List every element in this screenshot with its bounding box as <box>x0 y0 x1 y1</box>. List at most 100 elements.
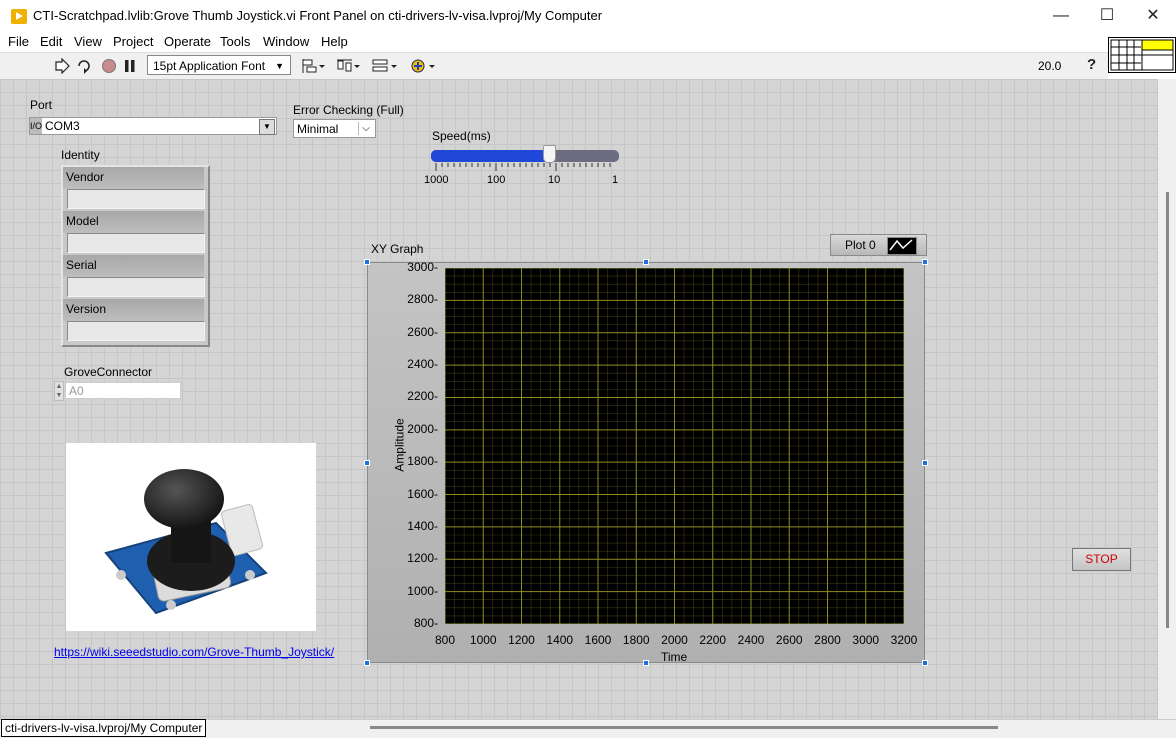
y-tick-label: 2800- <box>407 292 438 307</box>
menu-operate[interactable]: Operate <box>164 34 211 49</box>
menu-edit[interactable]: Edit <box>40 34 62 49</box>
y-tick-label: 2200- <box>407 389 438 404</box>
resize-handle[interactable] <box>922 660 928 666</box>
resize-handle[interactable] <box>364 259 370 265</box>
stop-button[interactable]: STOP <box>1072 548 1131 571</box>
speed-scale-label: 1000 <box>424 174 449 186</box>
speed-scale-label: 100 <box>487 174 506 186</box>
menu-file[interactable]: File <box>8 34 29 49</box>
x-tick-label: 1200 <box>508 633 535 647</box>
model-field <box>67 233 205 253</box>
chevron-down-icon: ▼ <box>275 61 284 71</box>
error-checking-value: Minimal <box>297 122 339 136</box>
menu-tools[interactable]: Tools <box>220 34 250 49</box>
resize-handle[interactable] <box>364 460 370 466</box>
grove-connector-ring[interactable]: ▲ ▼ A0 <box>54 381 182 401</box>
zoom-level: 20.0 <box>1038 59 1062 73</box>
increment-decrement-icon[interactable]: ▲ ▼ <box>54 381 64 401</box>
font-select[interactable]: 15pt Application Font ▼ <box>147 55 291 75</box>
vendor-label: Vendor <box>66 170 105 184</box>
context-help-icon[interactable]: ? <box>1087 56 1101 74</box>
resize-handle[interactable] <box>922 259 928 265</box>
distribute-objects-icon[interactable] <box>337 58 361 74</box>
menu-window[interactable]: Window <box>263 34 309 49</box>
y-tick-label: 1000- <box>407 583 438 598</box>
x-tick-label: 2200 <box>699 633 727 647</box>
x-tick-label: 2400 <box>737 633 765 647</box>
x-tick-label: 1800 <box>622 633 650 647</box>
menu-help[interactable]: Help <box>321 34 348 49</box>
y-tick-label: 800- <box>413 616 438 630</box>
speed-slider-thumb[interactable] <box>543 145 557 163</box>
resize-objects-icon[interactable] <box>372 58 398 74</box>
version-label: Version <box>66 302 107 316</box>
run-continuously-icon[interactable] <box>76 58 92 74</box>
horizontal-scrollbar-thumb[interactable] <box>370 726 998 729</box>
joystick-photo <box>66 443 316 631</box>
x-tick-label: 800 <box>434 633 456 647</box>
x-axis-label: Time <box>661 650 688 664</box>
resize-handle[interactable] <box>643 660 649 666</box>
x-tick-label: 2800 <box>814 633 841 647</box>
version-field <box>67 321 205 341</box>
xy-graph-plot-area[interactable] <box>445 268 904 624</box>
port-visa-resource[interactable]: I/O COM3 ▼ <box>29 117 277 135</box>
speed-scale-label: 10 <box>548 174 561 186</box>
y-tick-label: 1200- <box>407 551 438 566</box>
connector-pane-icon[interactable] <box>1108 37 1176 73</box>
serial-field <box>67 277 205 297</box>
x-tick-label: 1400 <box>546 633 574 647</box>
y-tick-label: 3000- <box>407 260 438 274</box>
x-tick-label: 1600 <box>584 633 612 647</box>
legend-series-name: Plot 0 <box>845 238 876 252</box>
minimize-button[interactable]: — <box>1038 0 1084 32</box>
vendor-field <box>67 189 205 209</box>
resize-handle[interactable] <box>643 259 649 265</box>
labview-app-icon <box>11 9 27 24</box>
x-tick-label: 1000 <box>469 633 497 647</box>
menu-project[interactable]: Project <box>113 34 153 49</box>
menu-view[interactable]: View <box>74 34 102 49</box>
plot-legend[interactable]: Plot 0 <box>830 234 927 256</box>
vertical-scrollbar-thumb[interactable] <box>1166 192 1169 628</box>
x-tick-label: 3200 <box>890 633 918 647</box>
port-label: Port <box>30 98 53 112</box>
y-tick-label: 1400- <box>407 518 438 533</box>
speed-label: Speed(ms) <box>432 129 491 143</box>
speed-slider-fill <box>431 150 550 162</box>
grove-connector-value: A0 <box>65 382 181 399</box>
x-tick-label: 2000 <box>661 633 688 647</box>
port-value: COM3 <box>45 119 80 133</box>
grove-connector-label: GroveConnector <box>64 365 153 379</box>
reorder-icon[interactable] <box>410 58 436 74</box>
resize-handle[interactable] <box>364 660 370 666</box>
legend-line-icon <box>887 237 917 255</box>
window-title: CTI-Scratchpad.lvlib:Grove Thumb Joystic… <box>33 8 603 23</box>
serial-label: Serial <box>66 258 97 272</box>
error-checking-label: Error Checking (Full) <box>293 103 404 117</box>
x-tick-label: 3000 <box>852 633 880 647</box>
y-tick-label: 1600- <box>407 486 438 501</box>
error-checking-select[interactable]: Minimal ⌵ <box>293 119 376 138</box>
speed-slider-scale <box>435 163 611 171</box>
pause-icon[interactable] <box>122 58 138 74</box>
graph-title: XY Graph <box>371 242 424 256</box>
maximize-button[interactable]: ☐ <box>1084 0 1130 32</box>
align-objects-icon[interactable] <box>302 58 326 74</box>
resize-handle[interactable] <box>922 460 928 466</box>
y-tick-label: 1800- <box>407 454 438 469</box>
wiki-link[interactable]: https://wiki.seeedstudio.com/Grove-Thumb… <box>54 645 334 659</box>
status-bar-text: cti-drivers-lv-visa.lvproj/My Computer <box>1 719 207 737</box>
x-tick-label: 2600 <box>775 633 803 647</box>
y-tick-label: 2000- <box>407 421 438 436</box>
abort-icon[interactable] <box>101 58 117 74</box>
close-button[interactable]: ✕ <box>1130 0 1176 32</box>
identity-label: Identity <box>61 148 100 162</box>
visa-io-icon: I/O <box>30 118 42 134</box>
run-arrow-icon[interactable] <box>54 57 70 75</box>
chevron-down-icon[interactable]: ▼ <box>259 119 275 135</box>
model-label: Model <box>66 214 99 228</box>
y-tick-label: 2600- <box>407 324 438 339</box>
font-select-value: 15pt Application Font <box>153 59 266 73</box>
menu-bar: File Edit View Project Operate Tools Win… <box>0 32 1176 52</box>
